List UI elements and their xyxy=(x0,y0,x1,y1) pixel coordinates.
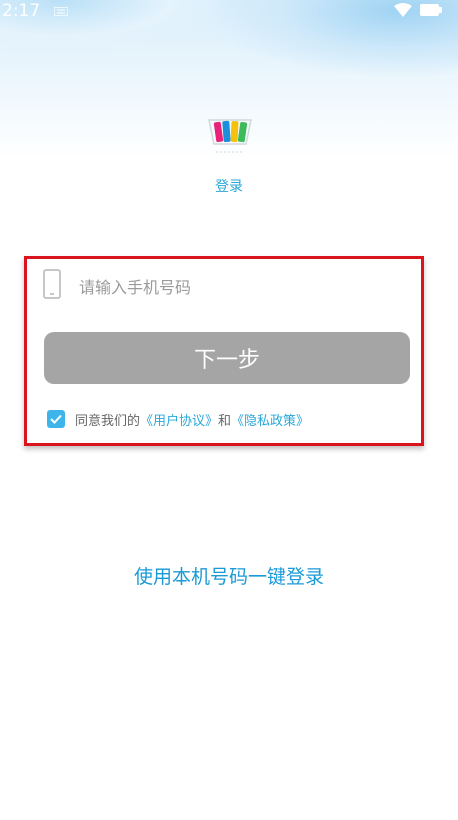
phone-input[interactable] xyxy=(77,272,381,302)
wifi-icon xyxy=(394,3,412,17)
status-bar: 2:17 xyxy=(0,0,458,24)
agreement-connector: 和 xyxy=(218,413,232,429)
privacy-policy-link[interactable]: 《隐私政策》 xyxy=(231,410,309,429)
status-time: 2:17 xyxy=(2,1,41,21)
notification-icon xyxy=(54,7,68,16)
agreement-checkbox[interactable] xyxy=(47,410,65,428)
agreement-prefix: 同意我们的 xyxy=(75,413,141,429)
one-click-login-button[interactable]: 使用本机号码一键登录 xyxy=(0,562,458,589)
checkmark-icon xyxy=(50,414,62,424)
user-agreement-link[interactable]: 《用户协议》 xyxy=(140,410,218,429)
login-form: 下一步 同意我们的 《用户协议》 和 《隐私政策》 xyxy=(24,256,424,446)
app-logo-icon xyxy=(208,119,252,153)
agreement-row: 同意我们的 《用户协议》 和 《隐私政策》 xyxy=(47,408,309,430)
next-step-button[interactable]: 下一步 xyxy=(44,332,410,384)
phone-input-row xyxy=(43,268,403,304)
login-title: 登录 xyxy=(215,179,243,195)
battery-icon xyxy=(420,4,442,16)
phone-icon xyxy=(43,269,61,299)
